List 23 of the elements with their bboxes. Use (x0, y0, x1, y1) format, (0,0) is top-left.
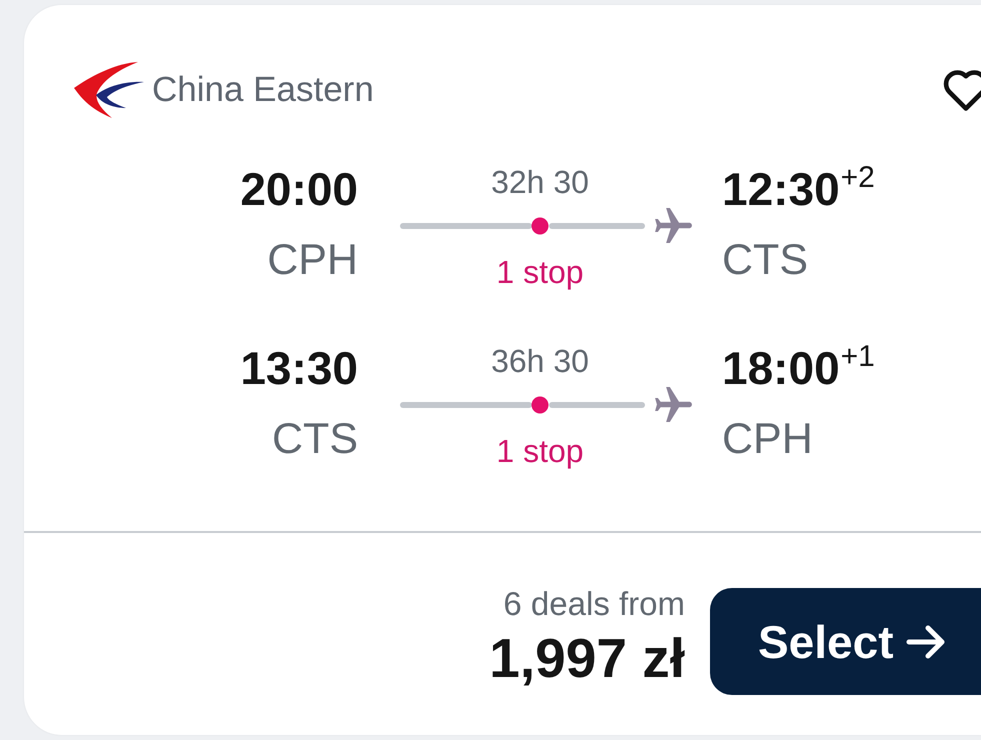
swoosh-logo-icon (72, 60, 144, 120)
arrival-airport: CTS (722, 236, 808, 284)
arrow-right-icon (906, 624, 946, 658)
arrival-airport: CPH (722, 415, 813, 463)
stops-text: 1 stop (496, 253, 584, 291)
price-text: 1,997 zł (489, 628, 685, 688)
stop-dot-icon (532, 396, 548, 413)
stops-text: 1 stop (496, 432, 584, 470)
heart-icon[interactable] (942, 68, 981, 112)
departure-airport: CPH (267, 236, 358, 284)
departure-airport: CTS (272, 415, 358, 463)
airplane-icon (655, 208, 692, 243)
departure-time: 13:30 (240, 343, 358, 393)
flight-duration: 32h 30 (491, 163, 589, 201)
airplane-icon (655, 387, 692, 422)
stop-dot-icon (532, 217, 548, 234)
flight-duration: 36h 30 (491, 342, 589, 380)
airline-name: China Eastern (152, 69, 374, 111)
deals-text: 6 deals from (503, 585, 685, 623)
departure-time: 20:00 (240, 164, 358, 214)
arrival-time: 12:30$^{+2}$ (722, 164, 875, 214)
select-button[interactable]: Select (710, 588, 981, 695)
arrival-time: 18:00$^{+1}$ (722, 343, 875, 393)
